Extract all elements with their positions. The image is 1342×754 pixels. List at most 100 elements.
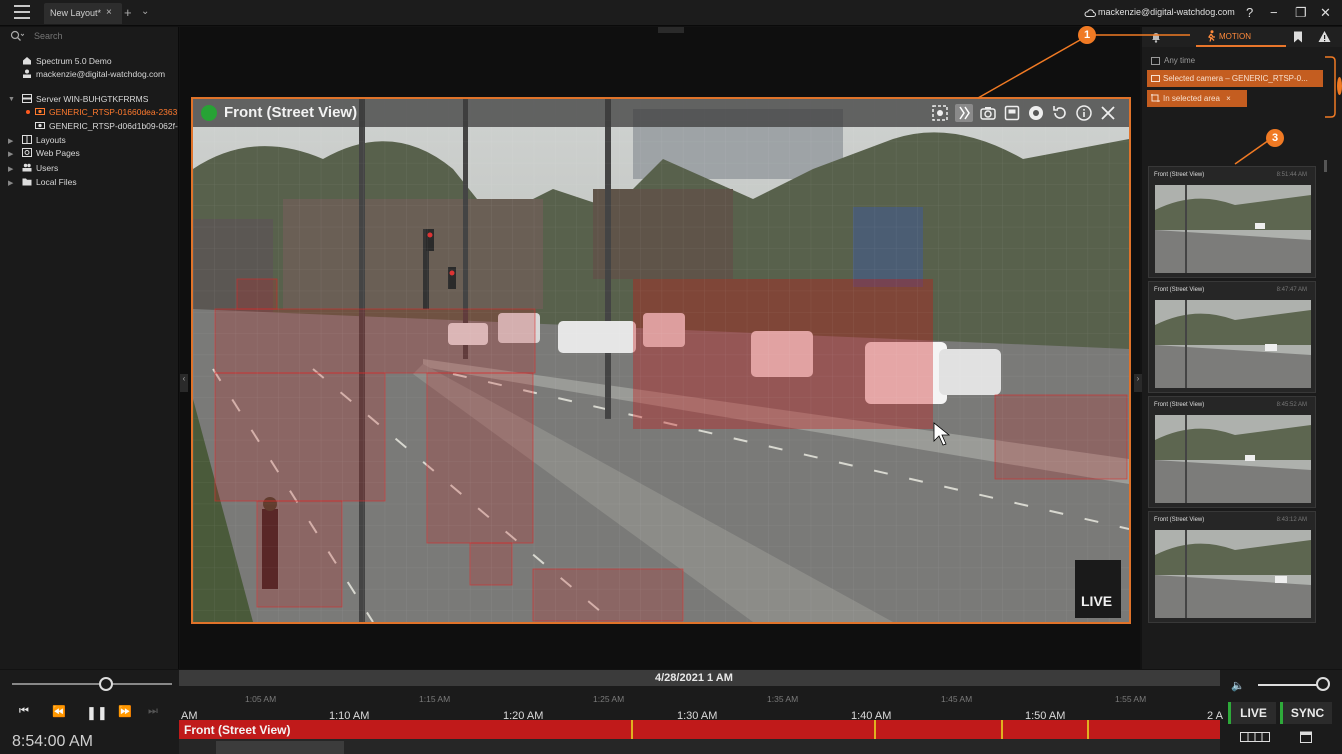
thumbnails-toggle-icon[interactable]	[1240, 732, 1270, 742]
server-icon	[22, 94, 32, 103]
close-window-button[interactable]: ✕	[1320, 5, 1331, 21]
tree-label: Local Files	[36, 177, 77, 187]
motion-result-tile[interactable]: Front (Street View) 8:45:52 AM	[1148, 396, 1316, 508]
users-icon	[22, 163, 32, 172]
expand-users-icon[interactable]: ▶	[8, 165, 13, 173]
tile-time: 8:43:12 AM	[1276, 517, 1307, 523]
camera-icon	[35, 122, 45, 129]
timeline-ruler[interactable]: AM 1:10 AM 1:20 AM 1:30 AM 1:40 AM 1:50 …	[179, 686, 1223, 722]
system-name: Spectrum 5.0 Demo	[36, 56, 112, 66]
callout-1: 1	[1078, 26, 1096, 44]
main-menu-icon[interactable]	[14, 5, 30, 19]
tree-camera-selected[interactable]: GENERIC_RTSP-01660dea-2363	[35, 107, 177, 117]
camera-name: GENERIC_RTSP-d06d1b09-062f-	[49, 121, 178, 131]
callout-lines	[977, 34, 1273, 165]
collapse-left-panel-button[interactable]: ‹	[180, 374, 188, 392]
tree-local-files[interactable]: Local Files	[22, 177, 77, 187]
layouts-icon	[22, 135, 32, 144]
recording-status-icon	[201, 105, 217, 121]
search-icon[interactable]	[10, 30, 24, 42]
expand-layouts-icon[interactable]: ▶	[8, 137, 13, 145]
folder-icon	[22, 178, 32, 186]
expand-webpages-icon[interactable]: ▶	[8, 150, 13, 158]
forward-icon: ⏩	[118, 706, 132, 718]
tick-label: 1:15 AM	[419, 694, 451, 704]
speed-slider-track[interactable]	[12, 683, 172, 685]
tile-thumbnail	[1155, 300, 1311, 388]
volume-slider-handle[interactable]	[1316, 677, 1330, 691]
skip-to-end-icon: ⏭	[148, 705, 158, 717]
current-time: 8:54:00 AM	[12, 733, 93, 750]
tree-label: Users	[36, 163, 59, 173]
tile-title: Front (Street View)	[1154, 287, 1205, 293]
cloud-icon	[1084, 9, 1096, 17]
tab-label: New Layout*	[50, 8, 102, 18]
motion-result-tile[interactable]: Front (Street View) 8:47:47 AM	[1148, 281, 1316, 393]
recording-dot	[26, 110, 30, 114]
tile-time: 8:51:44 AM	[1276, 172, 1307, 178]
tab-list-chevron-icon[interactable]: ⌄	[141, 6, 149, 17]
maximize-button[interactable]: ❐	[1295, 5, 1307, 21]
camera-timeline-track[interactable]	[179, 720, 1220, 739]
collapse-right-panel-button[interactable]: ›	[1134, 374, 1142, 392]
camera-video-feed[interactable]	[193, 99, 1129, 622]
tile-thumbnail	[1155, 530, 1311, 618]
web-page-icon	[22, 148, 32, 157]
camera-icon	[35, 108, 45, 115]
motion-result-tile[interactable]: Front (Street View) 8:43:12 AM	[1148, 511, 1316, 623]
help-button[interactable]: ?	[1246, 5, 1253, 20]
user-icon	[23, 69, 31, 78]
account-email[interactable]: mackenzie@digital-watchdog.com	[1098, 7, 1235, 17]
calendar-icon[interactable]	[1300, 730, 1312, 743]
tick-label: 1:55 AM	[1115, 694, 1147, 704]
tick-label: 1:45 AM	[941, 694, 973, 704]
camera-item[interactable]: Front (Street View) LIVE	[191, 97, 1131, 624]
volume-slider-track[interactable]	[1258, 684, 1322, 686]
camera-title: Front (Street View)	[224, 104, 358, 121]
camera-name-selected: GENERIC_RTSP-01660dea-2363	[49, 107, 178, 117]
tree-layouts[interactable]: Layouts	[22, 135, 66, 145]
track-label: Front (Street View)	[184, 723, 291, 737]
add-tab-button[interactable]: +	[124, 5, 132, 20]
tile-title: Front (Street View)	[1154, 172, 1205, 178]
tick-label: 1:05 AM	[245, 694, 277, 704]
volume-icon[interactable]: 🔈	[1231, 679, 1245, 692]
live-button[interactable]: LIVE	[1228, 702, 1276, 724]
expand-server-icon[interactable]: ▼	[8, 96, 15, 103]
speed-slider-handle[interactable]	[99, 677, 113, 691]
tile-time: 8:47:47 AM	[1276, 287, 1307, 293]
rewind-icon[interactable]: ⏪	[52, 705, 66, 718]
tile-time: 8:45:52 AM	[1276, 402, 1307, 408]
pause-icon[interactable]: ❚❚	[86, 705, 108, 721]
tick-label: 1:35 AM	[767, 694, 799, 704]
tree-label: Layouts	[36, 135, 66, 145]
expand-localfiles-icon[interactable]: ▶	[8, 179, 13, 187]
tree-system[interactable]: Spectrum 5.0 Demo	[22, 56, 112, 66]
motion-result-tile[interactable]: Front (Street View) 8:51:44 AM	[1148, 166, 1316, 278]
sync-button[interactable]: SYNC	[1280, 702, 1332, 724]
tree-web-pages[interactable]: Web Pages	[22, 148, 80, 158]
timeline-date: 4/28/2021 1 AM	[655, 672, 733, 684]
home-icon	[23, 57, 31, 65]
motion-marker	[1001, 720, 1003, 739]
server-name: Server WIN-BUHGTKFRRMS	[36, 94, 149, 104]
tree-user[interactable]: mackenzie@digital-watchdog.com	[22, 69, 165, 79]
tree-server[interactable]: Server WIN-BUHGTKFRRMS	[22, 94, 148, 104]
tree-camera[interactable]: GENERIC_RTSP-d06d1b09-062f-	[35, 121, 178, 131]
tile-thumbnail	[1155, 415, 1311, 503]
timeline-scrollbar[interactable]	[216, 741, 344, 754]
tile-title: Front (Street View)	[1154, 517, 1205, 523]
motion-marker	[631, 720, 633, 739]
motion-marker	[874, 720, 876, 739]
tree-users[interactable]: Users	[22, 163, 58, 173]
top-panel-toggle[interactable]	[658, 27, 684, 33]
tab-close-icon[interactable]: ×	[106, 7, 112, 18]
search-input[interactable]	[34, 29, 170, 43]
tile-title: Front (Street View)	[1154, 402, 1205, 408]
minimize-button[interactable]: −	[1270, 5, 1278, 20]
skip-to-start-icon[interactable]: ⏮	[19, 705, 29, 718]
zoom-window-icon[interactable]	[931, 104, 949, 122]
tile-thumbnail	[1155, 185, 1311, 273]
tree-label: Web Pages	[36, 148, 80, 158]
user-email: mackenzie@digital-watchdog.com	[36, 69, 166, 79]
